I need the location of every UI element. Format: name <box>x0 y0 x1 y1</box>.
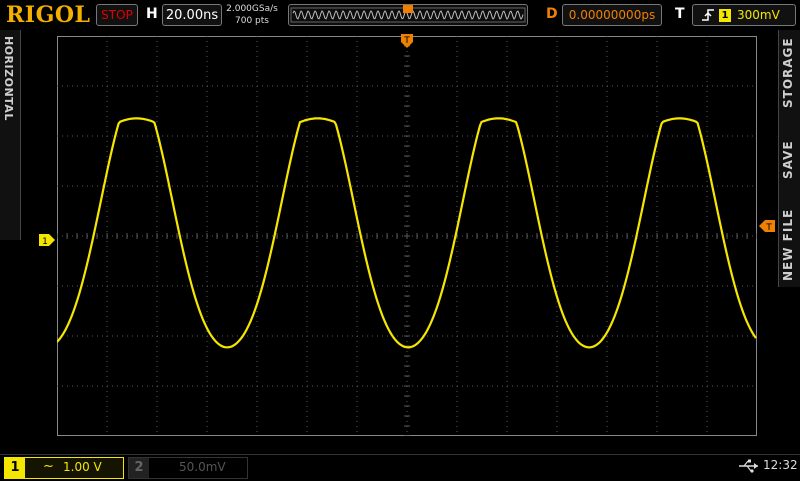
memory-waveform-icon <box>290 5 526 23</box>
channel1-coupling-icon: ~ <box>43 459 54 474</box>
channel2-scale: 50.0mV <box>179 460 226 474</box>
channel1-number: 1 <box>5 458 25 478</box>
menu-item-storage[interactable]: STORAGE <box>781 36 799 110</box>
trigger-time-marker-label: T <box>403 36 410 46</box>
memory-overview[interactable] <box>288 4 528 26</box>
ch1-offset-marker-label: 1 <box>42 237 48 247</box>
memory-depth: 700 pts <box>235 16 269 26</box>
delay-value[interactable]: 0.00000000ps <box>562 4 662 26</box>
side-menu: STORAGE SAVE NEW FILE <box>778 30 800 287</box>
usb-icon <box>739 459 758 473</box>
waveform-display[interactable] <box>56 35 758 437</box>
bottom-status-bar: 1 ~ 1.00 V 2 50.0mV 12:32 <box>0 454 800 481</box>
trigger-position-marker <box>403 5 413 13</box>
trigger-source-badge: 1 <box>719 9 731 22</box>
sample-rate-info: 2.000GSa/s 700 pts <box>224 3 280 27</box>
run-stop-indicator[interactable]: STOP <box>96 4 138 26</box>
channel2-tab[interactable]: 2 50.0mV <box>128 457 248 479</box>
rigol-logo: RIGOL <box>6 2 91 28</box>
trigger-time-marker-icon[interactable]: T <box>398 32 416 54</box>
horizontal-menu-tab[interactable]: HORIZONTAL <box>2 36 15 121</box>
trigger-level-marker-icon[interactable]: T <box>758 219 776 233</box>
rising-edge-icon <box>702 9 714 21</box>
menu-item-new-file[interactable]: NEW FILE <box>781 206 799 284</box>
delay-label: D <box>546 6 558 22</box>
menu-item-save[interactable]: SAVE <box>781 130 799 190</box>
waveform-grid <box>56 35 758 437</box>
channel2-number: 2 <box>129 458 149 478</box>
clock: 12:32 <box>763 458 798 472</box>
channel1-scale: 1.00 V <box>63 460 102 474</box>
channel1-trace <box>56 117 757 349</box>
trigger-level: 300mV <box>737 8 780 22</box>
ch1-offset-marker-icon[interactable]: 1 <box>38 233 56 247</box>
trigger-settings[interactable]: 1 300mV <box>692 4 796 26</box>
trigger-label: T <box>675 6 685 22</box>
timebase-value[interactable]: 20.00ns <box>162 4 222 26</box>
trigger-level-marker-label: T <box>765 223 772 233</box>
left-menu[interactable]: HORIZONTAL <box>0 30 21 240</box>
sample-rate: 2.000GSa/s <box>226 4 278 14</box>
horizontal-label: H <box>146 6 158 22</box>
top-status-bar: RIGOL STOP H 20.00ns 2.000GSa/s 700 pts … <box>0 0 800 31</box>
channel1-tab[interactable]: 1 ~ 1.00 V <box>4 457 124 479</box>
